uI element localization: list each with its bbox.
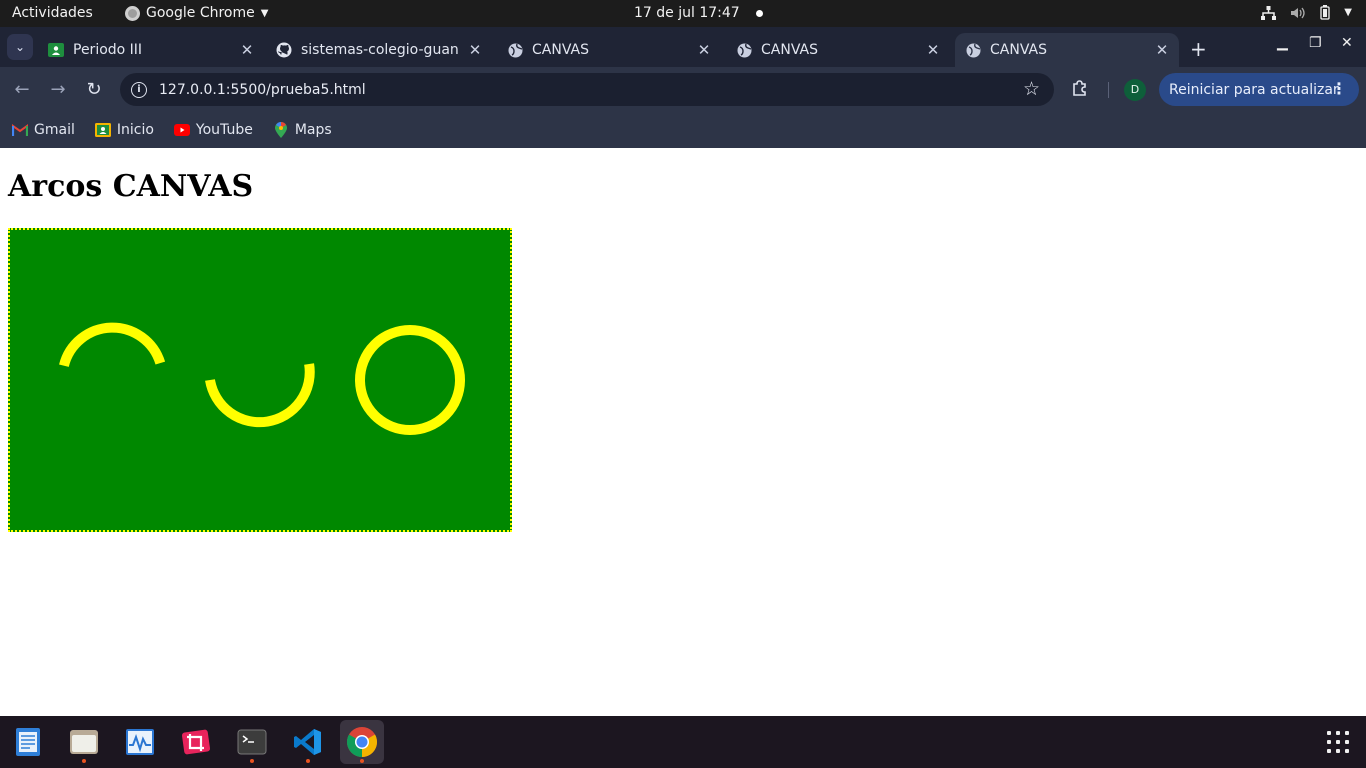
dock-text-editor[interactable] <box>6 720 50 764</box>
text-editor-icon <box>16 728 40 756</box>
youtube-icon <box>173 123 190 137</box>
bookmark-gmail[interactable]: Gmail <box>12 122 75 138</box>
tab-periodo-iii[interactable]: Periodo III ✕ <box>40 33 262 67</box>
classroom-icon <box>48 42 64 58</box>
minimize-icon[interactable]: ▁ <box>1277 35 1288 51</box>
show-apps-grid-icon[interactable] <box>1327 731 1349 753</box>
restart-to-update-button[interactable]: Reiniciar para actualizar ⋮ <box>1159 73 1359 106</box>
bookmark-inicio[interactable]: Inicio <box>94 122 154 138</box>
running-indicator <box>306 759 310 763</box>
dock-files[interactable] <box>62 720 106 764</box>
address-bar[interactable]: i 127.0.0.1:5500/prueba5.html ☆ <box>120 73 1054 106</box>
arcs-canvas <box>8 228 512 532</box>
gnome-top-bar: Actividades Google Chrome ▼ 17 de jul 17… <box>0 0 1366 27</box>
system-status-area[interactable]: ▼ <box>1261 5 1352 20</box>
files-folder-icon <box>70 730 98 754</box>
back-arrow-icon[interactable]: ← <box>10 78 34 102</box>
page-heading: Arcos CANVAS <box>8 169 254 204</box>
url-text[interactable]: 127.0.0.1:5500/prueba5.html <box>159 82 366 98</box>
close-icon[interactable]: ✕ <box>924 41 942 59</box>
full-circle <box>355 325 465 435</box>
chrome-icon <box>346 727 378 757</box>
bookmark-maps[interactable]: Maps <box>273 122 332 138</box>
new-tab-button[interactable]: + <box>1190 37 1207 61</box>
close-window-icon[interactable]: ✕ <box>1341 35 1353 51</box>
tab-title: CANVAS <box>990 42 1047 58</box>
bookmark-label: YouTube <box>195 122 253 138</box>
restore-icon[interactable]: ❐ <box>1309 35 1322 51</box>
tab-canvas-active[interactable]: CANVAS ✕ <box>955 33 1179 67</box>
vscode-icon <box>294 729 321 755</box>
running-indicator <box>250 759 254 763</box>
gmail-icon <box>12 123 28 137</box>
page-viewport: Arcos CANVAS <box>0 148 1366 716</box>
running-indicator <box>82 759 86 763</box>
close-icon[interactable]: ✕ <box>695 41 713 59</box>
site-info-icon[interactable]: i <box>131 81 147 98</box>
system-monitor-icon <box>126 729 154 755</box>
dock-chrome[interactable] <box>340 720 384 764</box>
tab-title: CANVAS <box>761 42 818 58</box>
app-menu[interactable]: Google Chrome ▼ <box>125 5 268 21</box>
clock[interactable]: 17 de jul 17:47 <box>634 5 763 21</box>
tab-strip: ⌄ Periodo III ✕ sistemas-colegio-guan ✕ … <box>0 27 1366 83</box>
browser-toolbar: ← → ↻ i 127.0.0.1:5500/prueba5.html ☆ D … <box>0 67 1366 112</box>
tab-canvas-2[interactable]: CANVAS ✕ <box>726 33 948 67</box>
lower-arc <box>205 363 315 428</box>
volume-icon <box>1291 7 1305 18</box>
globe-icon <box>965 42 981 58</box>
profile-avatar[interactable]: D <box>1124 79 1146 101</box>
dock-vscode[interactable] <box>286 720 330 764</box>
dock-system-monitor[interactable] <box>118 720 162 764</box>
extensions-puzzle-icon[interactable] <box>1071 79 1091 99</box>
dock <box>0 716 1366 768</box>
chevron-down-icon: ⌄ <box>14 40 26 54</box>
app-name: Google Chrome <box>146 5 255 21</box>
reload-icon[interactable]: ↻ <box>82 78 106 102</box>
battery-icon <box>1320 5 1330 20</box>
classroom-icon <box>94 123 111 137</box>
github-icon <box>276 42 292 58</box>
tab-title: CANVAS <box>532 42 589 58</box>
upper-arc <box>59 322 166 368</box>
bookmark-label: Maps <box>294 122 332 138</box>
date-time: 17 de jul 17:47 <box>634 5 740 21</box>
forward-arrow-icon[interactable]: → <box>46 78 70 102</box>
chrome-icon <box>125 5 140 21</box>
close-icon[interactable]: ✕ <box>466 41 484 59</box>
tab-title: sistemas-colegio-guan <box>301 42 459 58</box>
bookmarks-bar: Gmail Inicio YouTube Maps <box>0 112 1366 148</box>
globe-icon <box>507 42 523 58</box>
dock-screenshot[interactable] <box>174 720 218 764</box>
close-icon[interactable]: ✕ <box>238 41 256 59</box>
tab-github[interactable]: sistemas-colegio-guan ✕ <box>268 33 490 67</box>
globe-icon <box>736 42 752 58</box>
more-vert-icon: ⋮ <box>1331 79 1347 98</box>
update-label: Reiniciar para actualizar <box>1169 81 1339 98</box>
bookmark-label: Gmail <box>34 122 75 138</box>
network-icon <box>1261 5 1277 20</box>
tab-title: Periodo III <box>73 42 143 58</box>
caret-down-icon: ▼ <box>1344 7 1352 18</box>
caret-down-icon: ▼ <box>260 7 269 19</box>
bookmark-youtube[interactable]: YouTube <box>173 122 253 138</box>
notification-dot <box>755 9 763 17</box>
activities-button[interactable]: Actividades <box>12 5 93 21</box>
bookmark-label: Inicio <box>116 122 154 138</box>
arcs-drawing <box>59 322 465 435</box>
bookmark-star-icon[interactable]: ☆ <box>1023 78 1040 100</box>
maps-icon <box>273 122 289 138</box>
tab-canvas-1[interactable]: CANVAS ✕ <box>497 33 719 67</box>
running-indicator <box>360 759 364 763</box>
toolbar-separator <box>1108 82 1109 98</box>
tab-search-button[interactable]: ⌄ <box>7 34 33 60</box>
close-icon[interactable]: ✕ <box>1153 41 1171 59</box>
dock-terminal[interactable] <box>230 720 274 764</box>
crop-icon <box>181 729 211 755</box>
terminal-icon <box>237 729 267 755</box>
